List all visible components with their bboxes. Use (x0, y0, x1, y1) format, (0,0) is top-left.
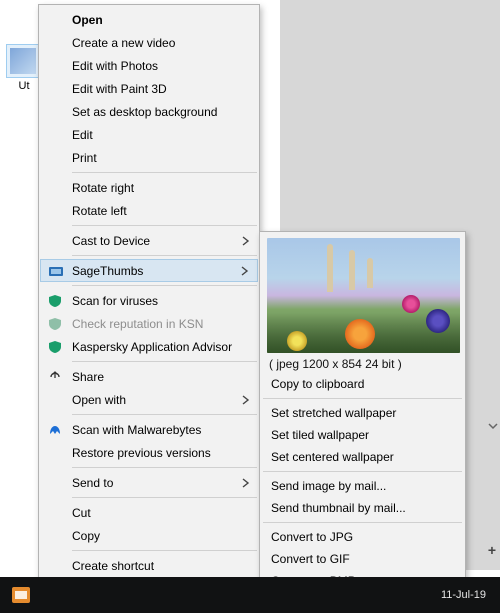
menu-label: Set centered wallpaper (271, 450, 394, 464)
menu-label: Set stretched wallpaper (271, 406, 396, 420)
menu-label: Restore previous versions (72, 446, 211, 460)
submenu-wall-centered[interactable]: Set centered wallpaper (261, 446, 464, 468)
menu-scan-viruses[interactable]: Scan for viruses (40, 289, 258, 312)
menu-rotate-left[interactable]: Rotate left (40, 199, 258, 222)
menu-label: Set tiled wallpaper (271, 428, 369, 442)
menu-open-with[interactable]: Open with (40, 388, 258, 411)
menu-separator (72, 255, 257, 256)
menu-copy[interactable]: Copy (40, 524, 258, 547)
sagethumbs-submenu: ( jpeg 1200 x 854 24 bit ) Copy to clipb… (259, 231, 466, 613)
menu-edit-photos[interactable]: Edit with Photos (40, 54, 258, 77)
share-icon (47, 369, 63, 385)
menu-label: Check reputation in KSN (72, 317, 203, 331)
menu-label: Scan for viruses (72, 294, 158, 308)
menu-sagethumbs[interactable]: SageThumbs (40, 259, 258, 282)
menu-label: Send thumbnail by mail... (271, 501, 406, 515)
menu-label: Convert to GIF (271, 552, 350, 566)
menu-edit-paint3d[interactable]: Edit with Paint 3D (40, 77, 258, 100)
menu-label: Create a new video (72, 36, 175, 50)
menu-check-ksn: Check reputation in KSN (40, 312, 258, 335)
menu-create-shortcut[interactable]: Create shortcut (40, 554, 258, 577)
menu-send-to[interactable]: Send to (40, 471, 258, 494)
menu-label: Create shortcut (72, 559, 154, 573)
submenu-mail-thumb[interactable]: Send thumbnail by mail... (261, 497, 464, 519)
menu-cast-to-device[interactable]: Cast to Device (40, 229, 258, 252)
menu-separator (72, 225, 257, 226)
menu-label: SageThumbs (72, 264, 143, 278)
menu-cut[interactable]: Cut (40, 501, 258, 524)
menu-separator (72, 172, 257, 173)
shield-icon (47, 316, 63, 332)
submenu-wall-stretched[interactable]: Set stretched wallpaper (261, 402, 464, 424)
menu-label: Rotate left (72, 204, 127, 218)
menu-separator (72, 361, 257, 362)
file-label: Ut (6, 80, 42, 92)
image-meta: ( jpeg 1200 x 854 24 bit ) (261, 355, 464, 373)
menu-label: Cast to Device (72, 234, 150, 248)
menu-label: Open (72, 13, 103, 27)
menu-label: Share (72, 370, 104, 384)
menu-label: Open with (72, 393, 126, 407)
taskbar-date[interactable]: 11-Jul-19 (427, 589, 500, 601)
menu-separator (72, 497, 257, 498)
menu-label: Edit with Paint 3D (72, 82, 167, 96)
file-thumbnail (6, 44, 40, 78)
chevron-right-icon (242, 478, 250, 488)
menu-label: Copy to clipboard (271, 377, 364, 391)
menu-scan-malwarebytes[interactable]: Scan with Malwarebytes (40, 418, 258, 441)
menu-separator (72, 550, 257, 551)
context-menu: Open Create a new video Edit with Photos… (38, 4, 260, 613)
submenu-copy-clipboard[interactable]: Copy to clipboard (261, 373, 464, 395)
chevron-right-icon (242, 236, 250, 246)
chevron-right-icon (241, 266, 249, 276)
image-preview (267, 238, 460, 353)
taskbar-app-button[interactable] (0, 577, 42, 613)
menu-kaspersky-advisor[interactable]: Kaspersky Application Advisor (40, 335, 258, 358)
submenu-convert-gif[interactable]: Convert to GIF (261, 548, 464, 570)
menu-separator (263, 522, 462, 523)
shield-icon (47, 293, 63, 309)
submenu-convert-jpg[interactable]: Convert to JPG (261, 526, 464, 548)
submenu-wall-tiled[interactable]: Set tiled wallpaper (261, 424, 464, 446)
menu-print[interactable]: Print (40, 146, 258, 169)
menu-label: Edit with Photos (72, 59, 158, 73)
scrollbar-down-icon[interactable] (487, 420, 499, 435)
malwarebytes-icon (47, 422, 63, 438)
menu-restore-previous[interactable]: Restore previous versions (40, 441, 258, 464)
menu-label: Convert to JPG (271, 530, 353, 544)
menu-label: Set as desktop background (72, 105, 217, 119)
menu-label: Edit (72, 128, 93, 142)
menu-create-video[interactable]: Create a new video (40, 31, 258, 54)
menu-label: Rotate right (72, 181, 134, 195)
menu-edit[interactable]: Edit (40, 123, 258, 146)
zoom-plus-icon[interactable]: + (488, 542, 496, 558)
menu-separator (263, 398, 462, 399)
menu-separator (263, 471, 462, 472)
menu-label: Cut (72, 506, 91, 520)
sagethumbs-icon (48, 263, 64, 279)
menu-label: Kaspersky Application Advisor (72, 340, 232, 354)
menu-label: Print (72, 151, 97, 165)
menu-rotate-right[interactable]: Rotate right (40, 176, 258, 199)
menu-separator (72, 467, 257, 468)
menu-separator (72, 285, 257, 286)
selected-file[interactable]: Ut (6, 44, 42, 104)
menu-share[interactable]: Share (40, 365, 258, 388)
submenu-mail-image[interactable]: Send image by mail... (261, 475, 464, 497)
chevron-right-icon (242, 395, 250, 405)
menu-set-desktop-bg[interactable]: Set as desktop background (40, 100, 258, 123)
taskbar: 11-Jul-19 (0, 577, 500, 613)
submenu-preview (261, 235, 464, 355)
menu-label: Scan with Malwarebytes (72, 423, 201, 437)
shield-icon (47, 339, 63, 355)
menu-label: Send image by mail... (271, 479, 386, 493)
menu-label: Send to (72, 476, 113, 490)
menu-separator (72, 414, 257, 415)
menu-open[interactable]: Open (40, 8, 258, 31)
menu-label: Copy (72, 529, 100, 543)
